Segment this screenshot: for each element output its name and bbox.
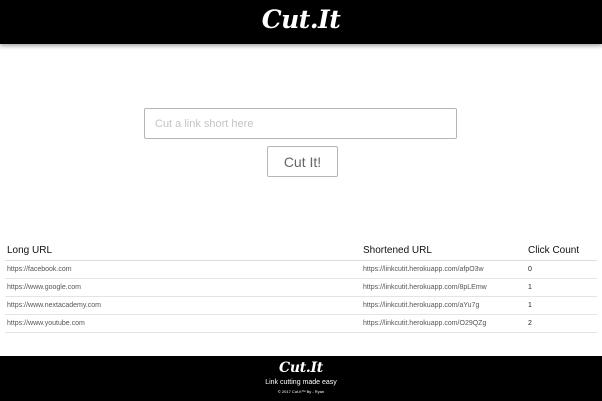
header-long-url: Long URL <box>5 240 361 261</box>
long-url-cell: https://www.google.com <box>5 278 361 297</box>
links-table: Long URL Shortened URL Click Count https… <box>5 240 597 333</box>
short-url-link[interactable]: https://linkcutit.herokuapp.com/8pLEmw <box>361 278 526 297</box>
table-row: https://www.google.com https://linkcutit… <box>5 278 597 297</box>
long-url-cell: https://www.nextacademy.com <box>5 296 361 315</box>
click-count-cell: 2 <box>526 314 597 333</box>
header-shortened-url: Shortened URL <box>361 240 526 261</box>
cut-it-button[interactable]: Cut It! <box>267 146 338 177</box>
click-count-cell: 0 <box>526 260 597 279</box>
click-count-cell: 1 <box>526 278 597 297</box>
click-count-cell: 1 <box>526 296 597 315</box>
brand-logo[interactable]: Cut.It <box>0 5 602 34</box>
table-row: https://facebook.com https://linkcutit.h… <box>5 260 597 279</box>
short-url-link[interactable]: https://linkcutit.herokuapp.com/aYu7g <box>361 296 526 315</box>
footer-brand: Cut.It <box>279 360 323 376</box>
app-footer: Cut.It Link cutting made easy © 2017 Cut… <box>0 356 602 401</box>
short-url-link[interactable]: https://linkcutit.herokuapp.com/afpO3w <box>361 260 526 279</box>
url-input[interactable] <box>144 108 457 139</box>
table-row: https://www.youtube.com https://linkcuti… <box>5 314 597 333</box>
short-url-link[interactable]: https://linkcutit.herokuapp.com/O29QZg <box>361 314 526 333</box>
footer-copyright: © 2017 Cut.It™ By - Ryan <box>277 389 325 394</box>
app-header: Cut.It <box>0 0 602 44</box>
long-url-cell: https://www.youtube.com <box>5 314 361 333</box>
footer-tagline: Link cutting made easy <box>265 379 337 386</box>
long-url-cell: https://facebook.com <box>5 260 361 279</box>
table-header-row: Long URL Shortened URL Click Count <box>5 240 597 261</box>
table-row: https://www.nextacademy.com https://link… <box>5 296 597 315</box>
header-click-count: Click Count <box>526 240 597 261</box>
